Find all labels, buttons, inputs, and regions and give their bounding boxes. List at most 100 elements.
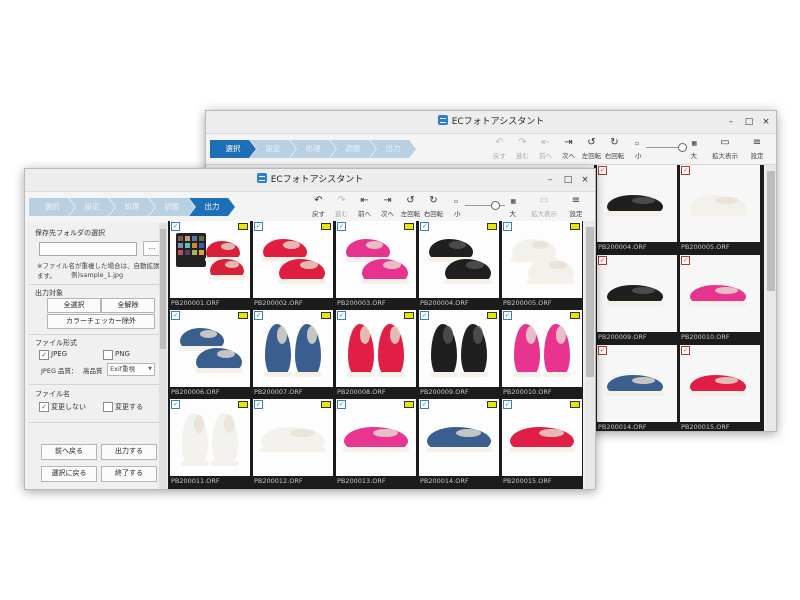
exif-dropdown[interactable]: Exif重視 ▼ [107,363,155,376]
select-all-button[interactable]: 全選択 [47,298,101,313]
select-checkbox[interactable]: ✓ [337,222,346,231]
select-checkbox[interactable]: ✓ [420,400,429,409]
thumbnail-item[interactable]: ✓ PB200011.ORF [170,399,250,486]
thumbnail-item[interactable]: ✓ PB200001.ORF [170,221,250,308]
front-scroll-thumb[interactable] [586,227,594,377]
select-checkbox[interactable]: ✓ [171,311,180,320]
thumbnail-item[interactable]: ✓ PB200002.ORF [253,221,333,308]
finish-button[interactable]: 終了する [101,466,157,482]
select-checkbox[interactable]: ✓ [681,346,690,355]
settings-button[interactable]: ≡ 設定 [740,136,774,162]
jpeg-checkbox[interactable]: ✓ [39,350,49,360]
thumbnail-item[interactable]: ✓ PB200010.ORF [680,255,760,342]
minimize-button[interactable]: – [543,169,557,191]
select-checkbox[interactable]: ✓ [254,311,263,320]
select-checkbox[interactable]: ✓ [598,256,607,265]
rotate-left-button[interactable]: ↺ 左回転 [580,136,603,162]
thumbnail-item[interactable]: ✓ PB200009.ORF [597,255,677,342]
enlarge-button[interactable]: ▭ 拡大表示 [529,194,559,220]
thumbnail-item[interactable]: ✓ PB200008.ORF [336,310,416,397]
front-scrollbar[interactable] [585,221,595,489]
thumbnail-item[interactable]: ✓ PB200007.ORF [253,310,333,397]
select-checkbox[interactable]: ✓ [254,400,263,409]
png-checkbox[interactable]: ✓ [103,350,113,360]
close-button[interactable]: × [578,169,592,191]
step-output[interactable]: 出力 [370,140,416,158]
select-checkbox[interactable]: ✓ [503,311,512,320]
minimize-button[interactable]: – [724,111,738,133]
step-settings[interactable]: 設定 [69,198,115,216]
prev-button[interactable]: ⇤ 前へ [534,136,557,162]
back-scrollbar[interactable] [766,165,776,431]
prev-button[interactable]: ⇤ 前へ [353,194,376,220]
select-checkbox[interactable]: ✓ [420,222,429,231]
next-button[interactable]: ⇥ 次へ [557,136,580,162]
step-output[interactable]: 出力 [189,198,235,216]
select-checkbox[interactable]: ✓ [598,166,607,175]
exclude-color-checker-button[interactable]: カラーチェッカー除外 [47,314,155,329]
settings-button[interactable]: ≡ 設定 [559,194,593,220]
front-zoom-slider[interactable]: ▫ ▦ 小 大 [453,198,517,218]
thumbnail-item[interactable]: ✓ PB200006.ORF [170,310,250,397]
rotate-right-button[interactable]: ↻ 右回転 [422,194,445,220]
thumbnail-item[interactable]: ✓ PB200003.ORF [336,221,416,308]
return-select-button[interactable]: 選択に戻る [41,466,97,482]
step-settings[interactable]: 設定 [250,140,296,158]
no-change-checkbox[interactable]: ✓ [39,402,49,412]
maximize-button[interactable]: □ [742,111,756,133]
save-folder-input[interactable] [39,242,137,256]
zoom-knob[interactable] [491,201,500,210]
step-select[interactable]: 選択 [29,198,75,216]
step-adjust[interactable]: 調整 [330,140,376,158]
close-button[interactable]: × [759,111,773,133]
thumbnail-item[interactable]: ✓ PB200010.ORF [502,310,582,397]
panel-scrollbar[interactable] [159,223,167,489]
color-swatch [185,250,190,255]
thumbnail-item[interactable]: ✓ PB200004.ORF [419,221,499,308]
select-checkbox[interactable]: ✓ [337,400,346,409]
select-checkbox[interactable]: ✓ [420,311,429,320]
quality-high-option[interactable]: 高品質 [83,365,103,375]
zoom-knob[interactable] [678,143,687,152]
next-button[interactable]: ⇥ 次へ [376,194,399,220]
step-select[interactable]: 選択 [210,140,256,158]
thumbnail-item[interactable]: ✓ PB200014.ORF [419,399,499,486]
undo-button[interactable]: ↶ 戻す [307,194,330,220]
back-scroll-thumb[interactable] [767,171,775,291]
thumbnail-item[interactable]: ✓ PB200012.ORF [253,399,333,486]
select-checkbox[interactable]: ✓ [337,311,346,320]
select-checkbox[interactable]: ✓ [681,256,690,265]
rotate-left-button[interactable]: ↺ 左回転 [399,194,422,220]
back-button[interactable]: 前へ戻る [41,444,97,460]
select-checkbox[interactable]: ✓ [171,400,180,409]
thumbnail-item[interactable]: ✓ PB200009.ORF [419,310,499,397]
redo-button[interactable]: ↷ 進む [511,136,534,162]
select-checkbox[interactable]: ✓ [681,166,690,175]
thumbnail-item[interactable]: ✓ PB200004.ORF [597,165,677,252]
select-checkbox[interactable]: ✓ [254,222,263,231]
rotate-right-button[interactable]: ↻ 右回転 [603,136,626,162]
select-checkbox[interactable]: ✓ [503,222,512,231]
step-process[interactable]: 処理 [290,140,336,158]
thumbnail-item[interactable]: ✓ PB200014.ORF [597,345,677,431]
step-adjust[interactable]: 調整 [149,198,195,216]
change-checkbox[interactable]: ✓ [103,402,113,412]
step-process[interactable]: 処理 [109,198,155,216]
back-zoom-slider[interactable]: ▫ ▦ 小 大 [634,140,698,160]
maximize-button[interactable]: □ [561,169,575,191]
thumbnail-item[interactable]: ✓ PB200005.ORF [680,165,760,252]
output-button[interactable]: 出力する [101,444,157,460]
thumbnail-item[interactable]: ✓ PB200015.ORF [680,345,760,431]
panel-scroll-thumb[interactable] [160,229,166,349]
select-checkbox[interactable]: ✓ [598,346,607,355]
deselect-all-button[interactable]: 全解除 [101,298,155,313]
thumbnail-item[interactable]: ✓ PB200013.ORF [336,399,416,486]
select-checkbox[interactable]: ✓ [503,400,512,409]
thumbnail-item[interactable]: ✓ PB200005.ORF [502,221,582,308]
enlarge-button[interactable]: ▭ 拡大表示 [710,136,740,162]
select-checkbox[interactable]: ✓ [171,222,180,231]
undo-button[interactable]: ↶ 戻す [488,136,511,162]
shoe-opening [199,330,218,338]
redo-button[interactable]: ↷ 進む [330,194,353,220]
thumbnail-item[interactable]: ✓ PB200015.ORF [502,399,582,486]
